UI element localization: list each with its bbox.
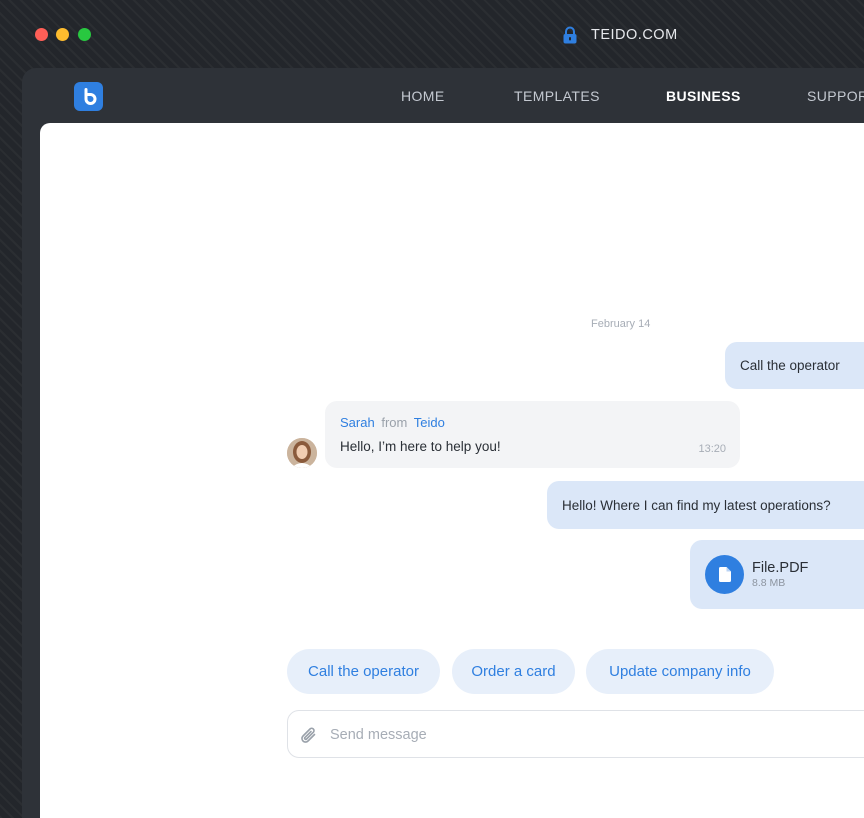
chat-panel: February 14 Call the operator Sarah from… <box>40 123 864 818</box>
sender-from: from <box>381 415 408 430</box>
lock-icon <box>563 26 577 44</box>
document-icon <box>718 567 731 582</box>
nav-item-templates[interactable]: TEMPLATES <box>514 88 600 104</box>
teido-logo[interactable] <box>74 82 103 111</box>
file-meta: File.PDF 8.8 MB <box>752 560 808 589</box>
file-attachment-message[interactable]: File.PDF 8.8 MB <box>690 540 864 609</box>
minimize-window-button[interactable] <box>56 28 69 41</box>
sarah-avatar-image <box>287 438 317 468</box>
outgoing-message: Call the operator <box>725 342 864 389</box>
avatar <box>287 438 317 468</box>
incoming-message: Sarah from Teido Hello, I’m here to help… <box>325 401 740 468</box>
maximize-window-button[interactable] <box>78 28 91 41</box>
url-text: TEIDO.COM <box>591 27 678 43</box>
file-size: 8.8 MB <box>752 577 786 589</box>
paperclip-icon[interactable] <box>300 725 318 745</box>
file-name: File.PDF <box>752 560 809 576</box>
teido-logo-icon <box>84 87 97 105</box>
message-sender: Sarah from Teido <box>340 415 445 430</box>
nav-item-support[interactable]: SUPPOR <box>807 88 864 104</box>
file-download-button[interactable] <box>705 555 744 594</box>
nav-item-home[interactable]: HOME <box>401 88 445 104</box>
outgoing-message: Hello! Where I can find my latest operat… <box>547 481 864 529</box>
message-input[interactable] <box>330 723 864 747</box>
nav-item-business[interactable]: BUSINESS <box>666 88 741 104</box>
window-titlebar: TEIDO.COM <box>0 0 864 68</box>
quick-reply-order-card[interactable]: Order a card <box>452 649 575 694</box>
quick-reply-update-company-info[interactable]: Update company info <box>586 649 774 694</box>
message-text: Call the operator <box>740 358 840 373</box>
chat-date-separator: February 14 <box>591 318 651 330</box>
message-time: 13:20 <box>698 443 726 455</box>
quick-reply-call-operator[interactable]: Call the operator <box>287 649 440 694</box>
message-text: Hello, I’m here to help you! <box>340 439 501 454</box>
sender-company: Teido <box>413 415 445 430</box>
sender-name: Sarah <box>340 415 375 430</box>
message-text: Hello! Where I can find my latest operat… <box>562 497 831 513</box>
address-bar[interactable]: TEIDO.COM <box>562 25 678 45</box>
message-composer <box>287 710 864 758</box>
close-window-button[interactable] <box>35 28 48 41</box>
